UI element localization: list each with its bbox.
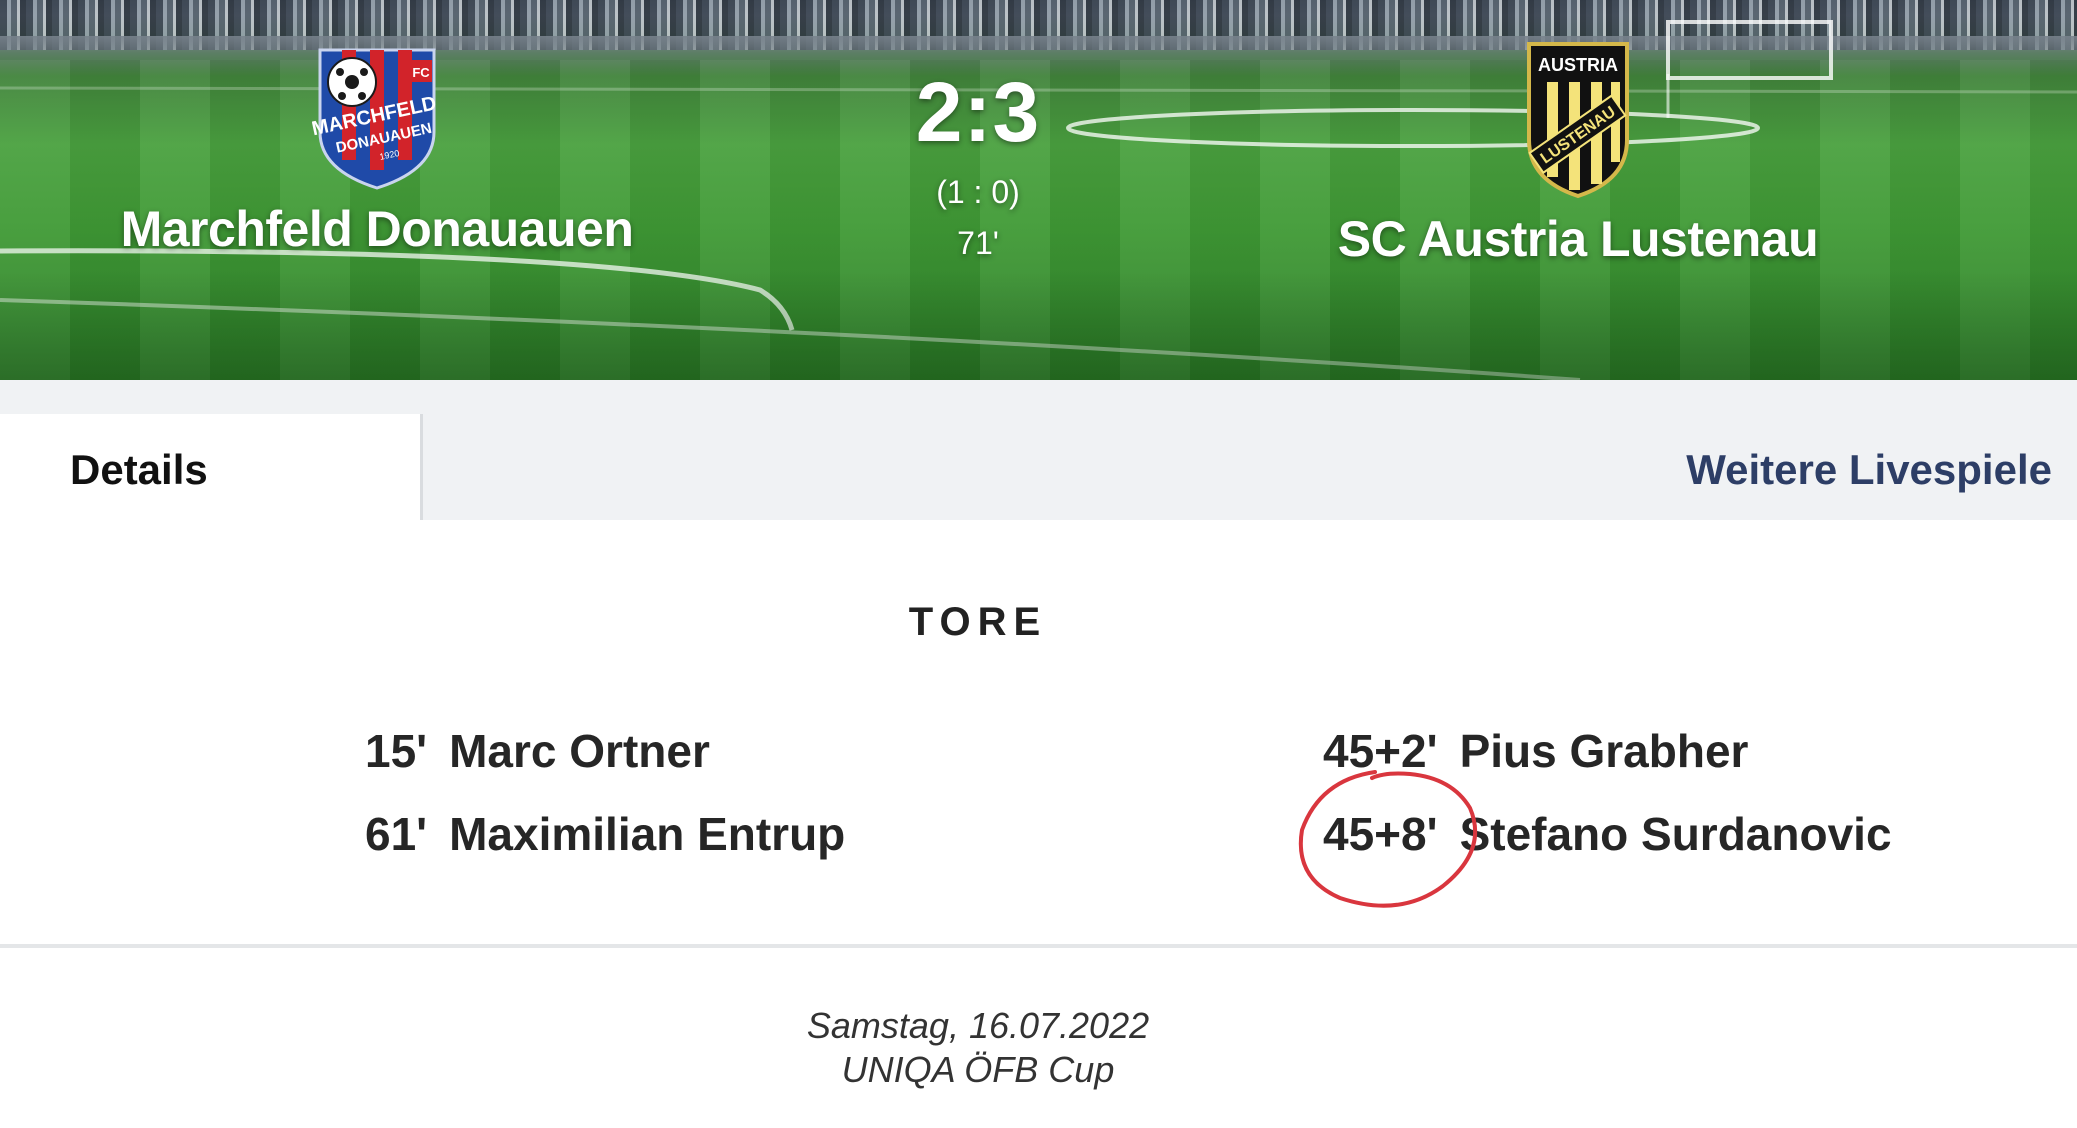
red-circle-annotation <box>1298 770 1478 908</box>
match-header: FC MARCHFELD DONAUAUEN 1920 Marchfeld Do… <box>0 0 2077 380</box>
svg-text:FC: FC <box>412 65 430 80</box>
home-team[interactable]: FC MARCHFELD DONAUAUEN 1920 Marchfeld Do… <box>27 40 727 258</box>
home-goal-row: 61' Maximilian Entrup <box>365 807 845 861</box>
goal-scorer: Maximilian Entrup <box>449 808 846 860</box>
home-team-name: Marchfeld Donauauen <box>120 201 634 257</box>
match-date: Samstag, 16.07.2022 <box>806 1005 1150 1046</box>
goals-heading: TORE <box>908 600 1048 644</box>
away-team[interactable]: AUSTRIA LUSTENAU SC Austria Lustenau <box>1228 40 1928 268</box>
divider <box>0 944 2077 948</box>
scoreboard: 2:3 (1 : 0) 71' <box>878 70 1078 262</box>
tab-details[interactable]: Details <box>0 414 420 520</box>
goal-minute: 61' <box>365 808 428 860</box>
goal-scorer: Marc Ortner <box>449 725 710 777</box>
goal-minute: 15' <box>365 725 428 777</box>
home-goal-row: 15' Marc Ortner <box>365 724 710 778</box>
away-team-name: SC Austria Lustenau <box>1337 211 1819 267</box>
halftime-score: (1 : 0) <box>936 174 1020 210</box>
goal-scorer: Stefano Surdanovic <box>1459 808 1892 860</box>
match-page: FC MARCHFELD DONAUAUEN 1920 Marchfeld Do… <box>0 0 2077 1128</box>
tab-bar: Details Weitere Livespiele <box>0 380 2077 520</box>
more-live-games-link[interactable]: Weitere Livespiele <box>1686 446 2052 494</box>
competition-name: UNIQA ÖFB Cup <box>841 1049 1115 1090</box>
home-team-crest-icon: FC MARCHFELD DONAUAUEN 1920 <box>312 48 438 190</box>
svg-text:AUSTRIA: AUSTRIA <box>1538 55 1618 75</box>
match-info-footer: Samstag, 16.07.2022 UNIQA ÖFB Cup <box>0 1004 1956 1092</box>
away-team-crest-icon: AUSTRIA LUSTENAU <box>1527 42 1629 199</box>
tab-details-label: Details <box>70 446 208 493</box>
match-minute: 71' <box>957 225 999 261</box>
score: 2:3 <box>915 65 1041 159</box>
